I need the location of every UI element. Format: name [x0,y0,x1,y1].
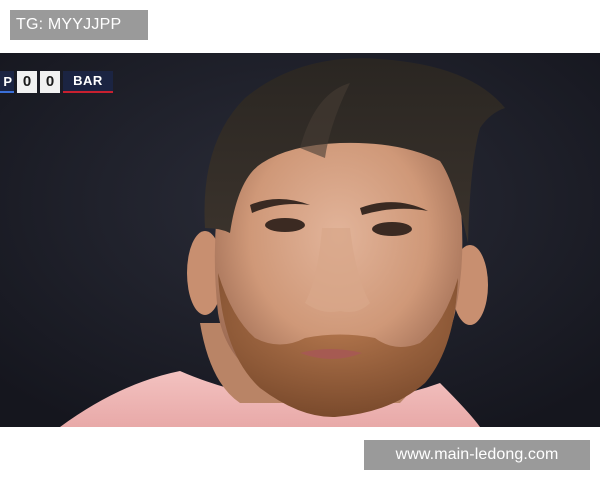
match-scorebug: P 0 0 BAR [0,71,113,93]
page: TG: MYYJJPP P 0 0 BAR www.main-ledong.co… [0,0,600,480]
telegram-tag-badge: TG: MYYJJPP [10,10,148,40]
away-score: 0 [40,71,60,93]
away-team-label: BAR [63,71,113,93]
home-team-label: P [0,71,14,93]
home-score: 0 [17,71,37,93]
player-portrait-illustration [0,53,600,427]
player-photo: P 0 0 BAR [0,53,600,427]
website-watermark: www.main-ledong.com [364,440,590,470]
left-eye [265,218,305,232]
right-eye [372,222,412,236]
